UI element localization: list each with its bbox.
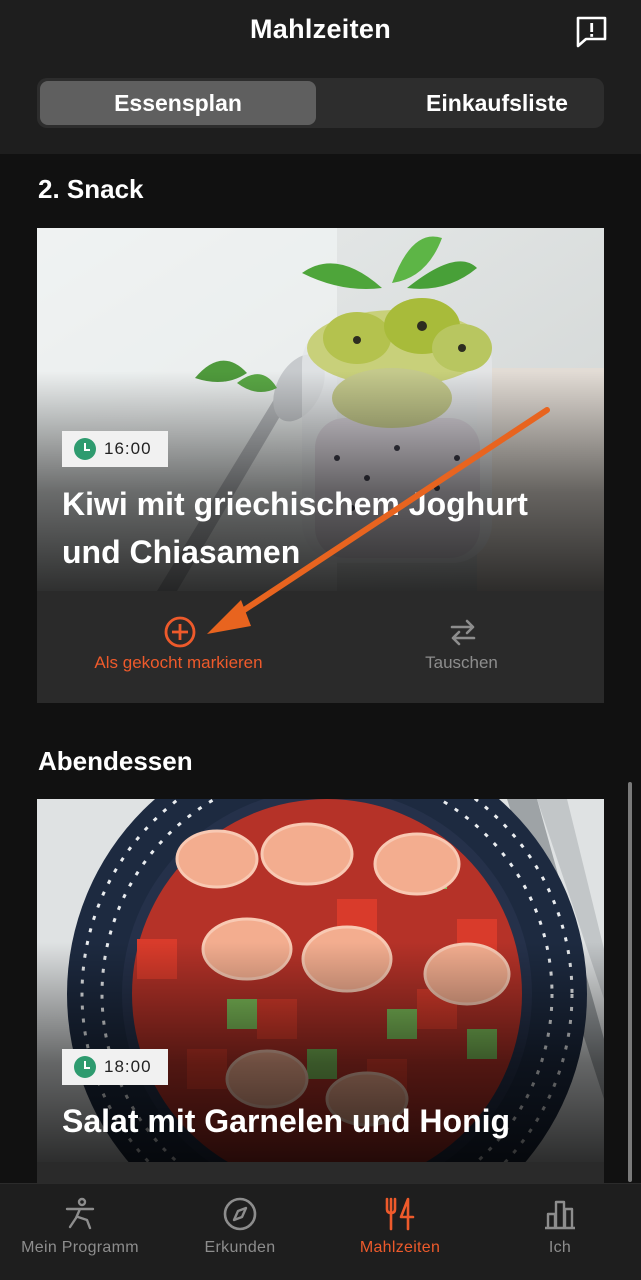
- tab-einkaufsliste[interactable]: Einkaufsliste: [359, 81, 635, 125]
- cutlery-icon: [385, 1197, 415, 1231]
- scrollbar[interactable]: [628, 782, 632, 1182]
- tab-essensplan[interactable]: Essensplan: [40, 81, 316, 125]
- meal-title: Salat mit Garnelen und Honig: [62, 1103, 511, 1139]
- tab-ich[interactable]: Ich: [480, 1184, 640, 1280]
- tab-erkunden[interactable]: Erkunden: [160, 1184, 320, 1280]
- section-title-snack: 2. Snack: [38, 174, 144, 204]
- clock-icon: [74, 1056, 96, 1078]
- tab-mahlzeiten[interactable]: Mahlzeiten: [320, 1184, 480, 1280]
- meal-plan-list[interactable]: 2. Snack 16:00 Kiwi mit griechischem Jog…: [0, 154, 641, 1183]
- meal-segmented-control: Essensplan Einkaufsliste: [37, 78, 604, 128]
- tab-label: Ich: [548, 1239, 572, 1256]
- meal-image[interactable]: 18:00 Salat mit Garnelen und Honig: [37, 799, 604, 1162]
- feedback-button[interactable]: [574, 14, 610, 50]
- tab-label: Mein Programm: [21, 1239, 139, 1256]
- chart-icon: [545, 1200, 575, 1230]
- exercise-icon: [65, 1197, 95, 1230]
- tab-label: Erkunden: [204, 1239, 276, 1256]
- bottom-tab-bar: Mein Programm Erkunden Mahlzeiten Ich: [0, 1183, 641, 1280]
- feedback-icon: [576, 16, 607, 48]
- meal-time: 18:00: [104, 1057, 152, 1076]
- meal-card-snack[interactable]: 16:00 Kiwi mit griechischem Joghurt und …: [37, 228, 604, 703]
- meal-actions: [37, 1162, 604, 1183]
- tab-mein-programm[interactable]: Mein Programm: [0, 1184, 160, 1280]
- compass-icon: [223, 1197, 257, 1231]
- page-title: Mahlzeiten: [249, 14, 392, 44]
- time-badge: 18:00: [62, 1049, 168, 1085]
- app-header: Mahlzeiten Essensplan Einkaufsliste: [0, 0, 641, 154]
- meal-card-dinner[interactable]: 18:00 Salat mit Garnelen und Honig: [37, 799, 604, 1183]
- section-title-dinner: Abendessen: [38, 746, 193, 776]
- annotation-arrow: [207, 407, 550, 634]
- tab-label: Mahlzeiten: [359, 1239, 441, 1256]
